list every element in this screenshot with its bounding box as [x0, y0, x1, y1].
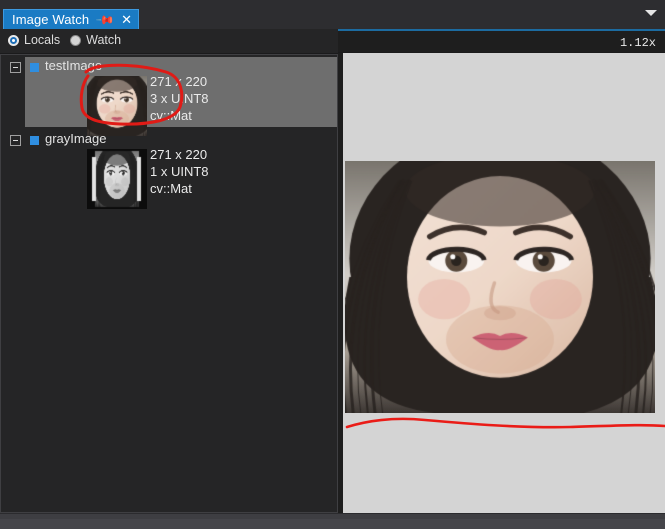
radio-watch[interactable]: Watch	[70, 33, 121, 47]
meta-dimensions: 271 x 220	[150, 147, 208, 162]
scope-radio-group: Locals Watch	[8, 33, 121, 47]
tree-item-label: grayImage	[45, 131, 107, 146]
meta-channels-type: 1 x UINT8	[150, 164, 209, 179]
meta-type-name: cv::Mat	[150, 108, 192, 123]
meta-channels-type: 3 x UINT8	[150, 91, 209, 106]
radio-locals-label: Locals	[24, 33, 61, 47]
image-watch-window: Image Watch 📌 ✕ Locals Watch Help 1.12x	[0, 0, 665, 529]
collapse-minus-icon[interactable]	[10, 62, 21, 73]
tab-image-watch[interactable]: Image Watch 📌 ✕	[3, 9, 140, 30]
radio-locals-indicator	[8, 34, 19, 46]
tree-item-label: testImage	[45, 58, 103, 73]
thumbnail-grayimage[interactable]	[87, 149, 147, 209]
radio-locals[interactable]: Locals	[8, 33, 60, 47]
metadata-grayimage: 271 x 220 1 x UINT8 cv::Mat	[150, 146, 209, 197]
radio-watch-indicator	[70, 34, 82, 46]
viewer-toolbar: 1.12x	[338, 29, 665, 53]
meta-type-name: cv::Mat	[150, 181, 192, 196]
table-row[interactable]: grayImage 271 x 220 1 x UINT8 cv::Mat	[10, 130, 338, 209]
chevron-down-icon[interactable]	[645, 10, 657, 16]
variable-tree-pane[interactable]: testImage 271 x 220 3 x UINT8 cv::Mat gr…	[0, 54, 338, 513]
zoom-level-label: 1.12x	[619, 36, 656, 50]
blue-square-icon	[30, 136, 39, 145]
meta-dimensions: 271 x 220	[150, 74, 208, 89]
blue-square-icon	[30, 63, 39, 72]
pin-icon[interactable]: 📌	[95, 9, 115, 29]
metadata-testimage: 271 x 220 3 x UINT8 cv::Mat	[150, 73, 209, 124]
table-row[interactable]: testImage 271 x 220 3 x UINT8 cv::Mat	[10, 57, 338, 136]
main-image[interactable]	[345, 161, 655, 413]
image-viewer-pane[interactable]	[343, 53, 665, 513]
window-bottom-bar	[0, 513, 665, 529]
tab-strip: Image Watch 📌 ✕	[0, 0, 665, 30]
close-icon[interactable]: ✕	[121, 13, 132, 26]
thumbnail-testimage[interactable]	[87, 76, 147, 136]
tab-label: Image Watch	[12, 12, 90, 27]
collapse-minus-icon[interactable]	[10, 135, 21, 146]
radio-watch-label: Watch	[86, 33, 122, 47]
